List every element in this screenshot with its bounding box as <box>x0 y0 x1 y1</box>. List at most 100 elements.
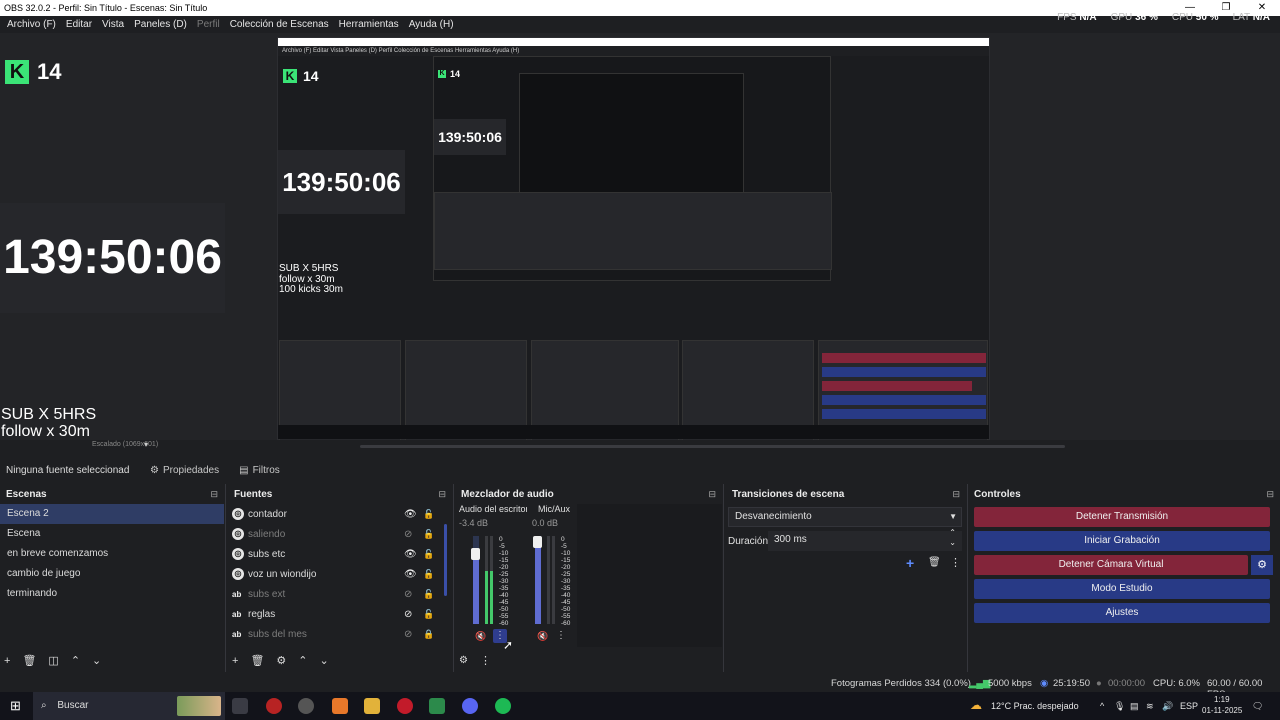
store-icon[interactable] <box>429 698 445 714</box>
trash-icon[interactable]: 🗑 <box>250 654 264 667</box>
obs-icon[interactable] <box>298 698 314 714</box>
source-item[interactable]: ab subs ext ⊘ 🔓 <box>228 584 452 604</box>
menu-view[interactable]: Vista <box>97 19 129 30</box>
clock-time[interactable]: 1:19 <box>1214 695 1230 704</box>
virtual-camera-settings-button[interactable]: ⚙ <box>1251 555 1273 575</box>
lock-icon[interactable]: 🔓 <box>423 549 434 560</box>
menu-docks[interactable]: Paneles (D) <box>129 19 192 30</box>
lock-icon[interactable]: 🔒 <box>423 629 434 640</box>
visibility-icon[interactable]: 👁 <box>404 569 417 580</box>
gear-icon[interactable]: ⚙ <box>276 654 286 667</box>
transition-select[interactable]: Desvanecimiento ▼ <box>728 507 962 527</box>
lock-icon[interactable]: 🔓 <box>423 569 434 580</box>
opera-icon[interactable] <box>266 698 282 714</box>
mixer-menu-icon[interactable]: ⋮ <box>480 654 491 667</box>
scene-item[interactable]: terminando <box>0 584 224 604</box>
hidden-icon[interactable]: ⊘ <box>404 529 412 540</box>
dock-separator[interactable] <box>453 484 454 672</box>
hidden-icon[interactable]: ⊘ <box>404 589 412 600</box>
microphone-icon[interactable]: 🎙 <box>1114 701 1125 712</box>
properties-button[interactable]: ⚙ Propiedades <box>140 465 229 476</box>
menu-tools[interactable]: Herramientas <box>334 19 404 30</box>
menu-edit[interactable]: Editar <box>61 19 97 30</box>
dock-menu-icon[interactable]: ⊟ <box>708 489 716 500</box>
settings-button[interactable]: Ajustes <box>974 603 1270 623</box>
move-up-icon[interactable]: ⌃ <box>71 654 80 667</box>
start-recording-button[interactable]: Iniciar Grabación <box>974 531 1270 551</box>
source-item[interactable]: ◎ voz un wiondijo 👁 🔓 <box>228 564 452 584</box>
dock-separator[interactable] <box>225 484 226 672</box>
trash-icon[interactable]: 🗑 <box>22 654 36 667</box>
preview-canvas[interactable]: K 14 139:50:06 SUB X 5HRS follow x 30m 1… <box>0 33 1280 440</box>
duration-spinbox[interactable]: 300 ms ⌃ ⌄ <box>768 528 962 551</box>
add-scene-button[interactable]: + <box>4 655 10 667</box>
discord-icon[interactable] <box>462 698 478 714</box>
hidden-icon[interactable]: ⊘ <box>404 629 412 640</box>
mute-icon[interactable]: 🔇 <box>473 629 489 643</box>
stop-streaming-button[interactable]: Detener Transmisión <box>974 507 1270 527</box>
lock-icon[interactable]: 🔓 <box>423 509 434 520</box>
dock-menu-icon[interactable]: ⊟ <box>952 489 960 500</box>
dock-separator[interactable] <box>967 484 968 672</box>
wifi-icon[interactable]: ≋ <box>1146 701 1154 712</box>
clock-date[interactable]: 01-11-2025 <box>1202 706 1242 715</box>
spotify-icon[interactable] <box>495 698 511 714</box>
hidden-icon[interactable]: ⊘ <box>404 609 412 620</box>
volume-handle[interactable] <box>533 536 542 548</box>
source-item[interactable]: ◎ subs etc 👁 🔓 <box>228 544 452 564</box>
lock-icon[interactable]: 🔓 <box>423 609 434 620</box>
menu-scene-collection[interactable]: Colección de Escenas <box>225 19 334 30</box>
stop-virtual-camera-button[interactable]: Detener Cámara Virtual <box>974 555 1248 575</box>
menu-help[interactable]: Ayuda (H) <box>404 19 459 30</box>
weather-text[interactable]: 12°C Prac. despejado <box>991 701 1079 711</box>
source-item[interactable]: ab reglas ⊘ 🔓 <box>228 604 452 624</box>
add-source-button[interactable]: + <box>232 655 238 667</box>
move-down-icon[interactable]: ⌄ <box>320 654 329 667</box>
dock-menu-icon[interactable]: ⊟ <box>210 489 218 500</box>
chevron-up-icon[interactable]: ^ <box>1100 701 1104 711</box>
lock-icon[interactable]: 🔓 <box>423 529 434 540</box>
dock-menu-icon[interactable]: ⊟ <box>1266 489 1274 500</box>
studio-mode-button[interactable]: Modo Estudio <box>974 579 1270 599</box>
folder-icon[interactable] <box>364 698 380 714</box>
source-item[interactable]: ◎ saliendo ⊘ 🔓 <box>228 524 452 544</box>
app-icon[interactable] <box>332 698 348 714</box>
scene-item[interactable]: cambio de juego <box>0 564 224 584</box>
menu-file[interactable]: Archivo (F) <box>2 19 61 30</box>
advanced-audio-icon[interactable]: ⚙ <box>459 655 468 666</box>
dock-separator[interactable] <box>723 484 724 672</box>
volume-handle[interactable] <box>471 548 480 560</box>
scene-item[interactable]: Escena 2 <box>0 504 224 524</box>
horizontal-scrollbar[interactable] <box>360 445 1065 448</box>
source-item[interactable]: ab subs del mes ⊘ 🔒 <box>228 624 452 644</box>
visibility-icon[interactable]: 👁 <box>404 549 417 560</box>
vertical-scrollbar[interactable] <box>444 524 447 596</box>
lock-icon[interactable]: 🔓 <box>423 589 434 600</box>
volume-slider[interactable] <box>535 536 541 624</box>
volume-icon[interactable]: 🔊 <box>1162 701 1173 712</box>
dock-menu-icon[interactable]: ⊟ <box>438 489 446 500</box>
channel-menu-icon[interactable]: ⋮ <box>554 629 568 643</box>
network-icon[interactable]: ▤ <box>1130 701 1139 712</box>
scene-item[interactable]: en breve comenzamos <box>0 544 224 564</box>
visibility-icon[interactable]: 👁 <box>404 509 417 520</box>
windows-start-icon[interactable]: ⊞ <box>10 698 21 714</box>
add-transition-button[interactable]: + <box>906 555 914 571</box>
transition-menu-icon[interactable]: ⋮ <box>950 556 961 569</box>
trash-icon[interactable]: 🗑 <box>928 557 941 568</box>
language-indicator[interactable]: ESP <box>1180 701 1198 711</box>
app-red-icon[interactable] <box>397 698 413 714</box>
filter-icon[interactable]: ◫ <box>48 654 58 667</box>
move-up-icon[interactable]: ⌃ <box>298 654 307 667</box>
scene-item[interactable]: Escena <box>0 524 224 544</box>
mute-icon[interactable]: 🔇 <box>535 629 551 643</box>
notification-icon[interactable]: 🗨 <box>1252 701 1263 712</box>
spin-arrows-icon[interactable]: ⌃ ⌄ <box>949 528 956 548</box>
chevron-down-icon[interactable]: ▾ <box>144 440 148 449</box>
move-down-icon[interactable]: ⌄ <box>92 654 101 667</box>
filters-button[interactable]: ▤ Filtros <box>229 465 290 476</box>
menu-profile[interactable]: Perfil <box>192 19 225 30</box>
search-box[interactable]: ⌕ Buscar <box>33 692 225 720</box>
task-view-icon[interactable] <box>232 698 248 714</box>
source-item[interactable]: ◎ contador 👁 🔓 <box>228 504 452 524</box>
